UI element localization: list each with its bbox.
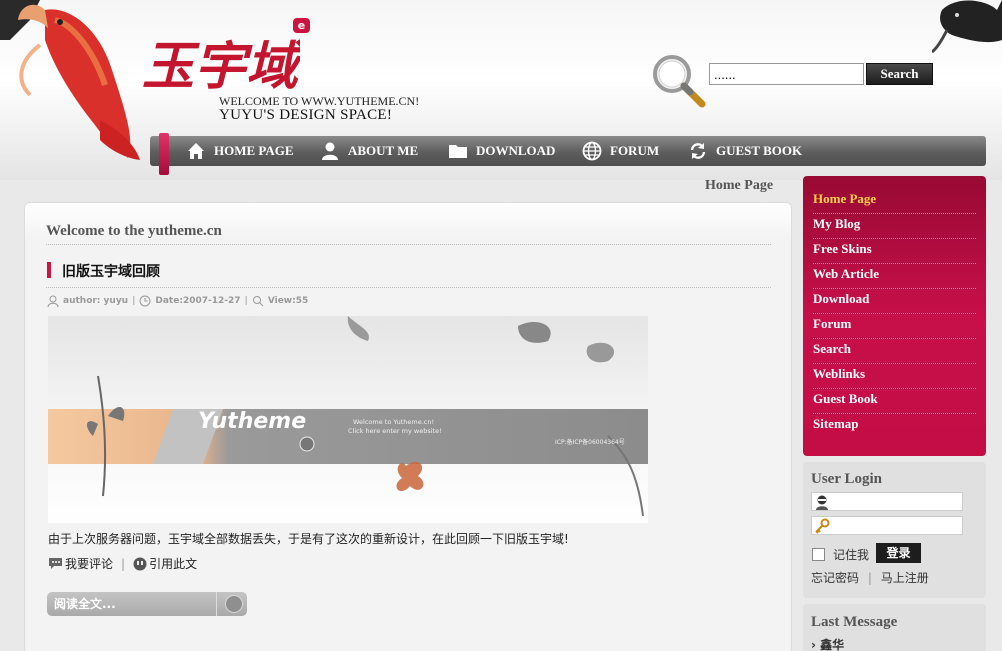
quote-link[interactable]: 引用此文 bbox=[133, 555, 197, 572]
quote-icon bbox=[133, 557, 147, 570]
sidebar-item-weblinks[interactable]: Weblinks bbox=[813, 364, 976, 389]
comment-icon bbox=[49, 558, 62, 569]
remember-me[interactable]: 记住我 bbox=[812, 546, 869, 563]
sidebar-menu: Home Page My Blog Free Skins Web Article… bbox=[803, 176, 986, 456]
koi-fish-right-image bbox=[932, 0, 1002, 54]
sidebar-item-article[interactable]: Web Article bbox=[813, 264, 976, 289]
post-meta: author: yuyu | Date:2007-12-27 | View:55 bbox=[47, 295, 308, 307]
magnifier-icon bbox=[653, 55, 706, 108]
logo-badge-icon: e bbox=[293, 18, 310, 33]
nav-ribbon bbox=[159, 133, 169, 175]
post-title[interactable]: 旧版玉宇域回顾 bbox=[62, 261, 160, 281]
svg-text:ICP:备ICP备06004364号: ICP:备ICP备06004364号 bbox=[555, 438, 625, 446]
separator: | bbox=[132, 296, 136, 306]
login-links: 忘记密码 | 马上注册 bbox=[811, 569, 929, 586]
refresh-icon bbox=[690, 143, 706, 159]
svg-text:玉宇域: 玉宇域 bbox=[142, 36, 300, 97]
post-actions: 我要评论 | 引用此文 bbox=[48, 555, 197, 572]
nav-item-label: HOME PAGE bbox=[214, 143, 294, 158]
page-title: Welcome to the yutheme.cn bbox=[46, 223, 222, 239]
nav-item-about[interactable]: ABOUT ME bbox=[320, 141, 418, 161]
breadcrumb: Home Page bbox=[705, 178, 774, 193]
key-icon bbox=[815, 518, 830, 534]
message-item[interactable]: › 鑫华 bbox=[811, 636, 844, 651]
username-field[interactable] bbox=[811, 492, 963, 511]
sidebar-item-sitemap[interactable]: Sitemap bbox=[813, 414, 976, 439]
globe-icon bbox=[582, 141, 602, 161]
last-message-panel: Last Message › 鑫华 bbox=[803, 604, 986, 651]
nav-item-download[interactable]: DOWNLOAD bbox=[448, 141, 555, 161]
nav-item-label: GUEST BOOK bbox=[716, 143, 803, 158]
post-date: Date:2007-12-27 bbox=[155, 296, 241, 306]
nav-item-label: ABOUT ME bbox=[348, 143, 419, 158]
login-button[interactable]: 登录 bbox=[876, 543, 921, 563]
author-icon bbox=[47, 295, 59, 307]
register-link[interactable]: 马上注册 bbox=[881, 571, 929, 585]
nav-item-label: DOWNLOAD bbox=[476, 143, 556, 158]
sidebar-item-blog[interactable]: My Blog bbox=[813, 214, 976, 239]
chevron-right-icon: › bbox=[811, 638, 816, 651]
read-more-label: 阅读全文... bbox=[54, 597, 116, 611]
divider bbox=[46, 287, 771, 288]
post-banner-image[interactable]: Yutheme Welcome to Yutheme.cn! Click her… bbox=[48, 316, 648, 523]
post-title-marker bbox=[47, 262, 51, 278]
tagline-text: YUYU'S DESIGN SPACE! bbox=[219, 107, 393, 123]
home-icon bbox=[188, 143, 204, 159]
search-button[interactable]: Search bbox=[866, 63, 933, 85]
post-body: 由于上次服务器问题，玉宇域全部数据丢失，于是有了这次的重新设计，在此回顾一下旧版… bbox=[48, 532, 569, 546]
folder-icon bbox=[449, 145, 467, 158]
sidebar-item-download[interactable]: Download bbox=[813, 289, 976, 314]
comment-link[interactable]: 我要评论 bbox=[48, 555, 113, 572]
user-icon bbox=[322, 142, 338, 160]
separator: | bbox=[121, 556, 126, 571]
post-author: author: yuyu bbox=[63, 296, 129, 306]
remember-label: 记住我 bbox=[833, 548, 870, 562]
login-title: User Login bbox=[811, 471, 882, 487]
main-content: Welcome to the yutheme.cn 旧版玉宇域回顾 author… bbox=[24, 202, 792, 651]
remember-checkbox[interactable] bbox=[812, 548, 825, 561]
sidebar-item-guestbook[interactable]: Guest Book bbox=[813, 389, 976, 414]
comment-label: 我要评论 bbox=[65, 557, 114, 571]
arrow-icon bbox=[225, 595, 243, 613]
main-nav: HOME PAGE ABOUT ME DOWNLOAD FORUM GUEST … bbox=[150, 136, 986, 166]
post-views: View:55 bbox=[267, 296, 309, 306]
svg-text:Welcome to Yutheme.cn!: Welcome to Yutheme.cn! bbox=[353, 418, 434, 426]
divider bbox=[216, 592, 217, 616]
nav-item-forum[interactable]: FORUM bbox=[582, 141, 659, 161]
svg-text:Click here enter my website!: Click here enter my website! bbox=[348, 427, 442, 435]
view-icon bbox=[252, 296, 264, 307]
user-avatar-icon bbox=[816, 495, 828, 510]
nav-item-home[interactable]: HOME PAGE bbox=[186, 141, 294, 161]
read-more-button[interactable]: 阅读全文... bbox=[47, 592, 247, 616]
search-input[interactable] bbox=[709, 63, 864, 85]
nav-item-guestbook[interactable]: GUEST BOOK bbox=[688, 141, 802, 161]
login-panel: User Login 记住我 登录 忘记密码 | 马上注册 bbox=[803, 462, 986, 598]
sidebar-item-skins[interactable]: Free Skins bbox=[813, 239, 976, 264]
site-logo: 玉宇域 bbox=[142, 36, 300, 97]
sidebar-item-forum[interactable]: Forum bbox=[813, 314, 976, 339]
svg-text:Yutheme: Yutheme bbox=[198, 409, 306, 434]
clock-icon bbox=[139, 295, 151, 307]
message-author: 鑫华 bbox=[820, 638, 845, 651]
password-field[interactable] bbox=[811, 516, 963, 535]
forgot-password-link[interactable]: 忘记密码 bbox=[811, 571, 859, 585]
quote-label: 引用此文 bbox=[149, 557, 198, 571]
sidebar-item-home[interactable]: Home Page bbox=[813, 189, 976, 214]
separator: | bbox=[244, 296, 248, 306]
sidebar-item-search[interactable]: Search bbox=[813, 339, 976, 364]
divider bbox=[46, 244, 771, 245]
last-message-title: Last Message bbox=[811, 614, 898, 630]
separator: | bbox=[867, 571, 872, 585]
koi-fish-left-image bbox=[0, 0, 140, 160]
nav-item-label: FORUM bbox=[610, 143, 660, 158]
